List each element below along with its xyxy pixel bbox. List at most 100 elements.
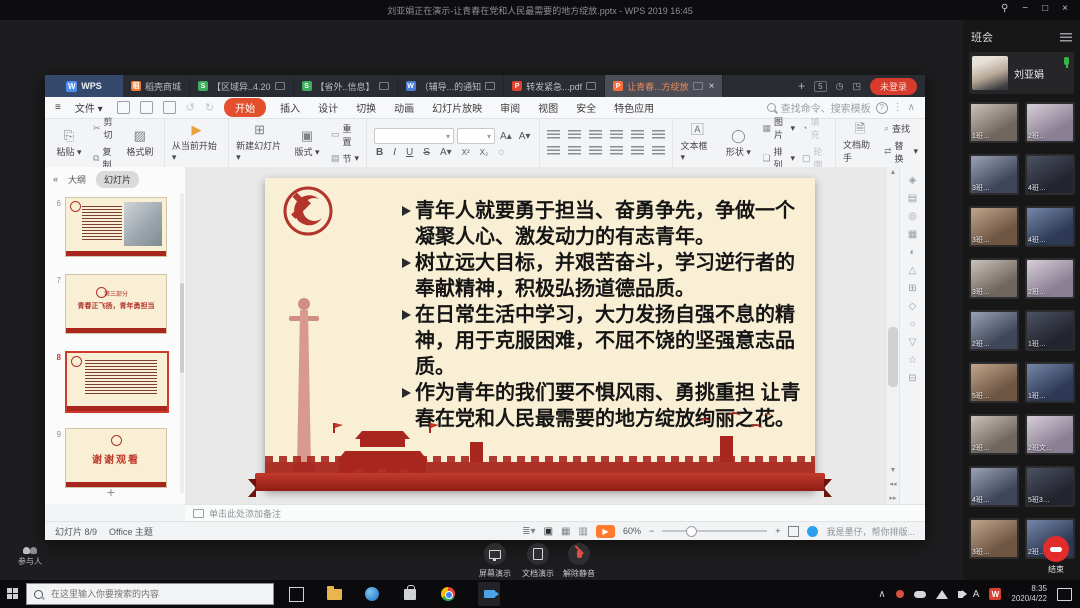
- zoom-slider[interactable]: [662, 530, 767, 532]
- zoom-level[interactable]: 60%: [623, 526, 641, 536]
- participant-tile[interactable]: 2班…: [969, 310, 1019, 351]
- menu-design[interactable]: 设计: [314, 99, 342, 116]
- sorter-view-icon[interactable]: ▦: [561, 526, 570, 537]
- tray-wps-icon[interactable]: W: [989, 588, 1001, 600]
- shapes-button[interactable]: ◯ 形状 ▾: [721, 129, 755, 158]
- collapse-ribbon-icon[interactable]: ∧: [908, 102, 915, 113]
- participant-tile[interactable]: 1班…: [1025, 362, 1075, 403]
- normal-view-icon[interactable]: ▣: [544, 526, 553, 537]
- end-meeting-button[interactable]: [1043, 536, 1069, 562]
- tray-cloud-icon[interactable]: [914, 591, 926, 598]
- participant-tile[interactable]: 1班…: [1025, 310, 1075, 351]
- chrome-button[interactable]: [440, 586, 456, 602]
- menu-view[interactable]: 视图: [534, 99, 562, 116]
- slide-thumbnail-7[interactable]: 第三部分 青春正飞扬，青年勇担当: [65, 274, 167, 334]
- wifi-icon[interactable]: [936, 590, 948, 599]
- paste-button[interactable]: ⎘ 粘贴 ▾: [52, 129, 86, 158]
- columns-icon[interactable]: [652, 146, 665, 156]
- section-button[interactable]: ▤节 ▾: [331, 152, 359, 165]
- font-name-combo[interactable]: ▾: [374, 128, 454, 144]
- meeting-app-button[interactable]: [478, 582, 500, 606]
- participant-tile[interactable]: 3班…: [969, 154, 1019, 195]
- align-left-icon[interactable]: [547, 146, 560, 156]
- file-explorer-button[interactable]: [326, 586, 342, 602]
- outdent-icon[interactable]: [589, 130, 602, 140]
- font-color-button[interactable]: A▾: [438, 147, 454, 158]
- task-view-button[interactable]: [288, 586, 304, 602]
- more-icon[interactable]: ⋮: [893, 102, 903, 113]
- current-slide[interactable]: 青年人就要勇于担当、奋勇争先，争做一个凝聚人心、激发动力的有志青年。 树立远大目…: [265, 178, 815, 490]
- zoom-out-button[interactable]: −: [649, 526, 654, 536]
- doc-assistant-button[interactable]: 🗎 文档助手: [843, 122, 877, 164]
- superscript-button[interactable]: X²: [460, 148, 472, 157]
- align-right-icon[interactable]: [589, 146, 602, 156]
- sidebar-tool-icon-10[interactable]: ▽: [909, 337, 917, 348]
- add-slide-button[interactable]: +: [45, 484, 177, 500]
- reset-button[interactable]: ▭重置: [331, 122, 359, 148]
- sidebar-tool-icon-11[interactable]: ☆: [908, 355, 917, 366]
- help-icon[interactable]: ?: [876, 102, 888, 114]
- underline-button[interactable]: U: [404, 147, 415, 158]
- participant-tile[interactable]: 5班3…: [1025, 466, 1075, 507]
- distribute-icon[interactable]: [631, 146, 644, 156]
- reading-view-icon[interactable]: ▥: [578, 526, 587, 537]
- indent-icon[interactable]: [610, 130, 623, 140]
- menu-security[interactable]: 安全: [572, 99, 600, 116]
- edge-browser-button[interactable]: [364, 586, 380, 602]
- save-icon[interactable]: [117, 101, 130, 114]
- pin-icon[interactable]: ⚲: [1001, 3, 1008, 14]
- tab-sheet-1[interactable]: S 【区域异..4.20: [190, 75, 294, 97]
- sidebar-tool-icon-6[interactable]: △: [909, 265, 917, 276]
- participant-tile[interactable]: 4班…: [969, 466, 1019, 507]
- tab-pdf[interactable]: P 转发紧急...pdf: [504, 75, 605, 97]
- volume-icon[interactable]: [958, 591, 963, 598]
- participants-control[interactable]: 参与人: [8, 545, 52, 567]
- login-button[interactable]: 未登录: [870, 78, 917, 95]
- scroll-up-icon[interactable]: ▲: [886, 167, 900, 176]
- textbox-button[interactable]: 🄰 文本框 ▾: [680, 123, 714, 163]
- bold-button[interactable]: B: [374, 147, 385, 158]
- assistant-avatar[interactable]: [807, 526, 818, 537]
- menu-review[interactable]: 审阅: [496, 99, 524, 116]
- replace-button[interactable]: ⇄替换 ▾: [884, 139, 918, 165]
- menu-insert[interactable]: 插入: [276, 99, 304, 116]
- undo-icon[interactable]: ↺: [186, 101, 195, 114]
- participant-tile[interactable]: 2班…: [1025, 102, 1075, 143]
- doc-share-button[interactable]: [527, 543, 549, 565]
- menu-transition[interactable]: 切换: [352, 99, 380, 116]
- input-method-indicator[interactable]: A: [973, 589, 980, 600]
- line-spacing-icon[interactable]: [652, 130, 665, 140]
- text-direction-icon[interactable]: [631, 130, 644, 140]
- print-icon[interactable]: [163, 101, 176, 114]
- tray-expand-icon[interactable]: ∧: [878, 589, 885, 600]
- store-button[interactable]: [402, 586, 418, 602]
- screen-share-button[interactable]: [484, 543, 506, 565]
- format-painter-button[interactable]: ▨ 格式刷: [123, 129, 157, 158]
- cut-button[interactable]: ✂剪切: [93, 115, 116, 141]
- sidebar-tool-icon-7[interactable]: ⊞: [908, 283, 916, 294]
- menu-animation[interactable]: 动画: [390, 99, 418, 116]
- presenter-tile[interactable]: 刘亚娟: [969, 52, 1074, 94]
- theme-name[interactable]: Office 主题: [109, 525, 153, 538]
- panel-scrollbar[interactable]: [180, 193, 184, 493]
- participant-tile[interactable]: 2班…: [969, 414, 1019, 455]
- restore-icon[interactable]: □: [1042, 3, 1048, 14]
- menu-file[interactable]: 文件 ▾: [71, 99, 107, 116]
- canvas-scrollbar[interactable]: ▲ ▼ ◂◂ ▸▸: [885, 167, 900, 504]
- tab-docer-store[interactable]: 稻 稻壳商城: [123, 75, 190, 97]
- menu-home[interactable]: 开始: [224, 98, 266, 117]
- align-center-icon[interactable]: [568, 146, 581, 156]
- strikethrough-button[interactable]: S: [421, 147, 432, 158]
- menu-slideshow[interactable]: 幻灯片放映: [428, 99, 486, 116]
- taskbar-clock[interactable]: 8:35 2020/4/22: [1011, 584, 1047, 604]
- layout-button[interactable]: ▣ 版式 ▾: [290, 129, 324, 158]
- tray-person-icon[interactable]: [896, 590, 904, 598]
- menu-special-apps[interactable]: 特色应用: [610, 99, 658, 116]
- participant-tile[interactable]: 4班…: [1025, 154, 1075, 195]
- find-button[interactable]: ⌕查找: [884, 122, 918, 135]
- previous-slide-icon[interactable]: ◂◂: [886, 480, 900, 488]
- sidebar-tool-icon-5[interactable]: ◐: [909, 247, 915, 258]
- output-icon[interactable]: [140, 101, 153, 114]
- participant-tile[interactable]: 2班…: [1025, 258, 1075, 299]
- taskbar-search[interactable]: [26, 583, 274, 605]
